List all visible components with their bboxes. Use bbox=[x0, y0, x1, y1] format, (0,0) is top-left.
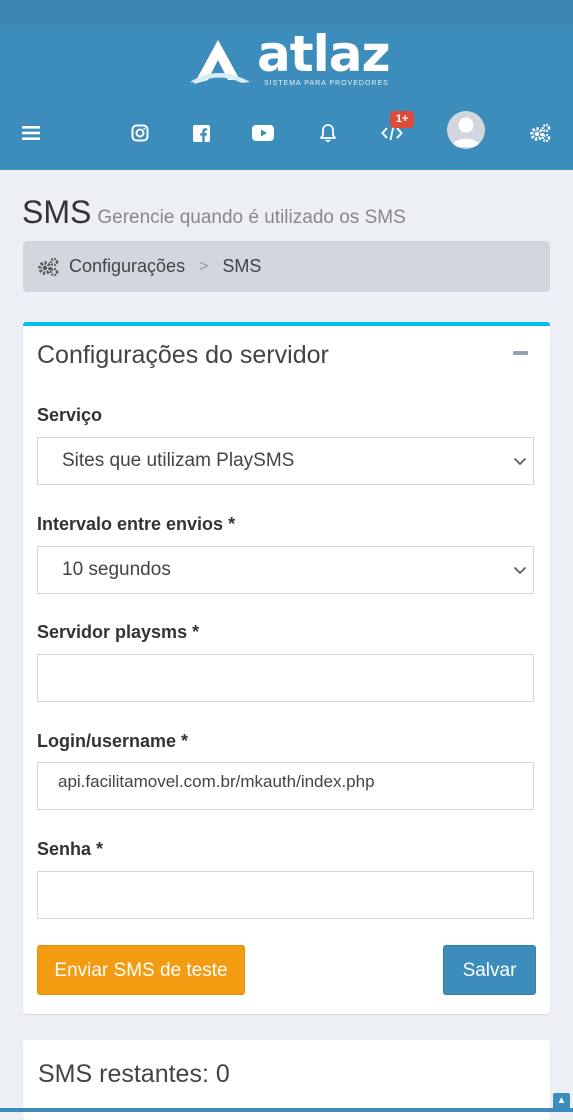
bottom-bar bbox=[0, 1108, 573, 1112]
sms-remaining-title: SMS restantes: 0 bbox=[38, 1060, 230, 1088]
navbar bbox=[0, 97, 573, 170]
box-title: Configurações do servidor bbox=[37, 341, 329, 369]
service-select[interactable]: Sites que utilizam PlaySMS bbox=[37, 437, 534, 485]
gears-icon bbox=[37, 257, 59, 277]
page-title: SMS Gerencie quando é utilizado os SMS bbox=[22, 194, 406, 231]
youtube-icon[interactable] bbox=[251, 121, 275, 145]
server-input[interactable] bbox=[37, 654, 534, 702]
interval-select[interactable]: 10 segundos bbox=[37, 546, 534, 594]
breadcrumb: Configurações > SMS bbox=[23, 241, 550, 292]
menu-icon[interactable] bbox=[19, 121, 43, 145]
user-avatar[interactable] bbox=[447, 111, 485, 149]
breadcrumb-separator: > bbox=[199, 257, 209, 275]
password-label: Senha * bbox=[37, 839, 104, 859]
save-button[interactable]: Salvar bbox=[443, 945, 536, 995]
gears-icon[interactable] bbox=[528, 121, 552, 145]
brand-name: atlaz bbox=[257, 25, 391, 83]
brand-header: atlaz SISTEMA PARA PROVEDORES bbox=[0, 24, 573, 97]
page-title-text: SMS bbox=[22, 194, 92, 230]
chevron-down-icon bbox=[513, 457, 527, 466]
server-label: Servidor playsms * bbox=[37, 622, 200, 642]
password-input[interactable] bbox=[37, 871, 534, 919]
breadcrumb-item-configuracoes[interactable]: Configurações bbox=[69, 256, 185, 277]
facebook-icon[interactable] bbox=[189, 121, 213, 145]
bell-icon[interactable] bbox=[316, 121, 340, 145]
collapse-minus-icon[interactable] bbox=[513, 351, 528, 355]
atlaz-logo-icon bbox=[190, 40, 250, 84]
notification-badge: 1+ bbox=[390, 111, 414, 128]
instagram-icon[interactable] bbox=[128, 121, 152, 145]
page-subtitle: Gerencie quando é utilizado os SMS bbox=[97, 207, 406, 228]
send-test-sms-button[interactable]: Enviar SMS de teste bbox=[37, 945, 245, 995]
service-select-value: Sites que utilizam PlaySMS bbox=[62, 450, 295, 471]
breadcrumb-item-sms: SMS bbox=[222, 256, 262, 276]
top-strip bbox=[0, 0, 573, 25]
interval-select-value: 10 segundos bbox=[62, 559, 171, 580]
interval-label: Intervalo entre envios * bbox=[37, 514, 236, 534]
chevron-down-icon bbox=[513, 566, 527, 575]
brand-tagline: SISTEMA PARA PROVEDORES bbox=[264, 80, 389, 87]
login-label: Login/username * bbox=[37, 731, 189, 751]
login-input[interactable]: api.facilitamovel.com.br/mkauth/index.ph… bbox=[37, 762, 534, 810]
service-label: Serviço bbox=[37, 405, 103, 425]
scroll-top-icon[interactable]: ▲ bbox=[553, 1093, 570, 1109]
